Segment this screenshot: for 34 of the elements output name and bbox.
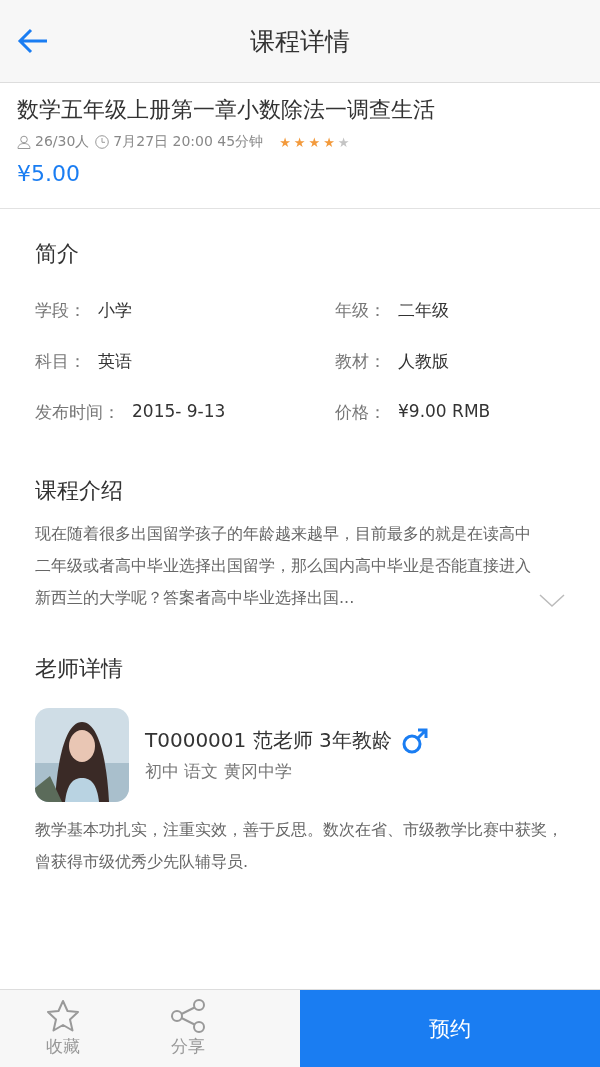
field-value: 人教版 — [398, 350, 449, 373]
favorite-button[interactable]: 收藏 — [0, 990, 125, 1067]
course-price: ¥5.00 — [17, 161, 81, 186]
field-value: 2015- 9-13 — [132, 401, 226, 423]
field-label: 发布时间： — [35, 401, 120, 424]
teacher-details: 初中 语文 黄冈中学 — [145, 760, 293, 783]
section-heading: 简介 — [35, 240, 80, 268]
share-icon — [169, 999, 206, 1033]
star-icon — [45, 999, 80, 1033]
teacher-bio: 教学基本功扎实，注重实效，善于反思。数次在省、市级教学比赛中获奖，曾获得市级优秀少先队辅导员. — [35, 819, 564, 873]
field-label: 年级： — [335, 299, 386, 322]
course-description: 现在随着很多出国留学孩子的年龄越来越早，目前最多的就是在读高中二年级或者高中毕业选择出国留学，那么国内高中毕业是否能直接进入新西兰的大学呢？答案者高中毕业选择出国... — [35, 523, 532, 609]
field-label: 教材： — [335, 350, 386, 373]
field-value: 英语 — [98, 350, 132, 373]
star-rating: ★★★★★ — [279, 134, 352, 150]
field-label: 科目： — [35, 350, 86, 373]
page-title: 课程详情 — [250, 25, 350, 58]
share-button[interactable]: 分享 — [125, 990, 250, 1067]
field-label: 价格： — [335, 401, 386, 424]
field-value: 二年级 — [398, 299, 449, 322]
field-label: 学段： — [35, 299, 86, 322]
section-heading: 课程介绍 — [35, 477, 124, 505]
field-value: ¥9.00 RMB — [398, 401, 491, 423]
clock-icon — [95, 135, 110, 149]
back-arrow-icon[interactable] — [17, 27, 49, 55]
teacher-name: T0000001 范老师 3年教龄 — [145, 727, 392, 754]
person-icon — [17, 135, 31, 149]
book-button[interactable]: 预约 — [300, 990, 600, 1067]
enrollment-count: 26/30人 — [35, 133, 90, 151]
section-heading: 老师详情 — [35, 655, 124, 683]
course-title: 数学五年级上册第一章小数除法一调查生活 — [17, 96, 436, 124]
field-value: 小学 — [98, 299, 132, 322]
male-symbol-icon — [401, 727, 428, 754]
schedule-text: 7月27日 20:00 45分钟 — [113, 133, 264, 151]
